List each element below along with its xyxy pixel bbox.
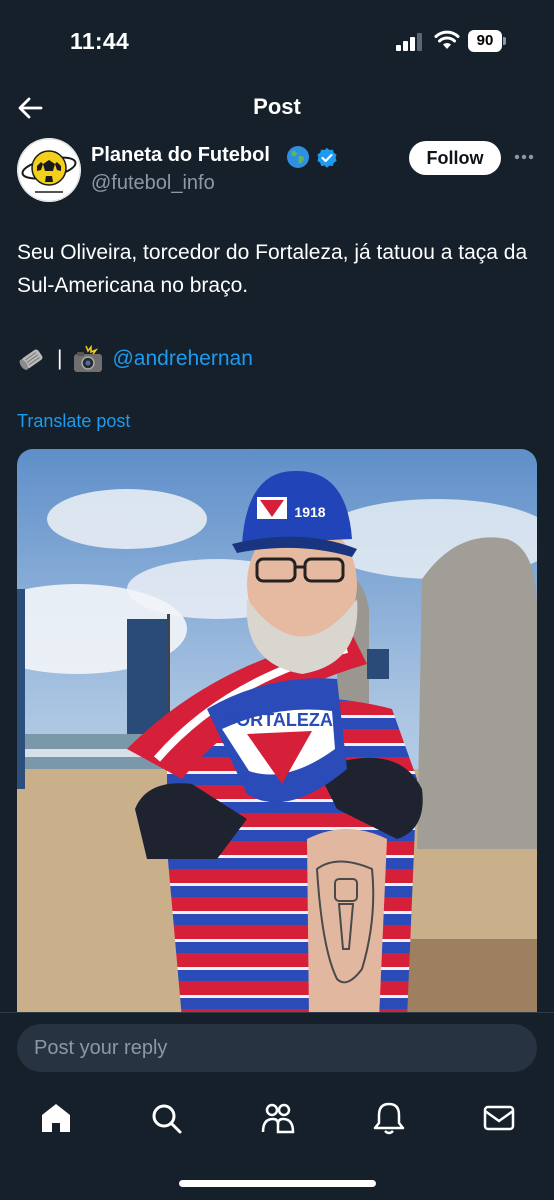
post-credit-line: | @andrehernan (17, 342, 253, 375)
newspaper-roll-icon (19, 349, 43, 370)
wifi-icon (434, 30, 460, 49)
reply-bar (0, 1012, 554, 1086)
back-arrow-icon[interactable] (16, 94, 44, 122)
verified-badge-icon (317, 148, 337, 168)
globe-emoji-icon (287, 146, 309, 168)
communities-icon[interactable] (260, 1100, 296, 1136)
post-photo[interactable]: FORTALEZA 1918 (17, 449, 537, 1019)
more-options-icon[interactable] (514, 154, 534, 160)
status-bar: 11:44 90 (0, 0, 554, 80)
battery-level: 90 (468, 30, 502, 52)
battery-indicator: 90 (468, 30, 506, 52)
page-title: Post (253, 94, 301, 119)
avatar[interactable] (17, 138, 81, 202)
credit-separator: | (57, 347, 63, 370)
scarf-text: FORTALEZA (225, 710, 333, 730)
author-name[interactable]: Planeta do Futebol (91, 144, 270, 167)
messages-icon[interactable] (481, 1100, 517, 1136)
signal-icon (396, 33, 422, 51)
post-header: Post (0, 80, 554, 134)
follow-button[interactable]: Follow (409, 141, 501, 175)
mention-link[interactable]: @andrehernan (112, 342, 252, 375)
search-icon[interactable] (148, 1100, 184, 1136)
translate-post-link[interactable]: Translate post (17, 411, 130, 432)
reply-input[interactable] (17, 1024, 537, 1072)
home-indicator (179, 1180, 376, 1187)
author-handle[interactable]: @futebol_info (91, 172, 215, 195)
status-time: 11:44 (70, 28, 130, 54)
author-row: Planeta do Futebol @futebol_info Follow (0, 138, 554, 204)
notifications-icon[interactable] (371, 1100, 407, 1136)
battery-tip (503, 37, 506, 45)
camera-flash-icon (74, 344, 103, 372)
post-text: Seu Oliveira, torcedor do Fortaleza, já … (17, 241, 528, 297)
cap-text: 1918 (294, 504, 325, 520)
planeta-logo-icon (17, 138, 81, 202)
home-icon[interactable] (38, 1100, 74, 1136)
fan-photo-illustration: FORTALEZA 1918 (17, 449, 537, 1019)
